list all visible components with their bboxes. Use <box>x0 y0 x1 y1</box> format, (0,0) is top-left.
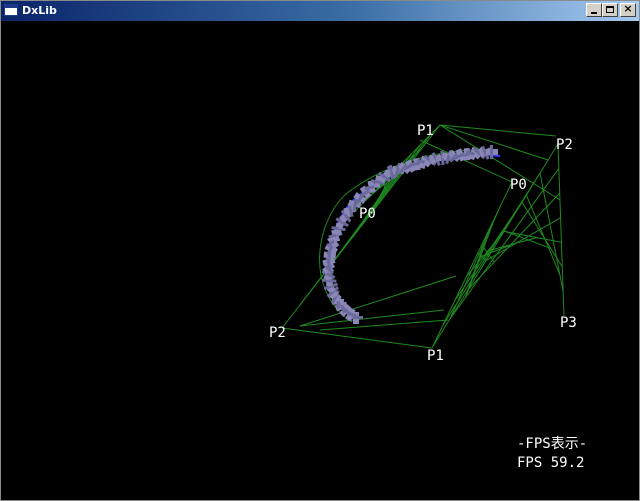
curve-b-p0-label: P0 <box>510 177 527 193</box>
bezier-scene: P0 P1 P2 P0 P1 P2 P3 <box>269 123 577 364</box>
fps-counter: FPS 59.2 <box>517 455 585 471</box>
fps-title: -FPS表示- <box>517 436 588 452</box>
curve-a-p2-label: P2 <box>269 325 286 341</box>
curve-a-p0-label: P0 <box>359 206 376 222</box>
sprite-trail <box>321 144 499 324</box>
curve-b-p2-label: P2 <box>556 137 573 153</box>
curve-b-p1-label: P1 <box>427 348 444 364</box>
curve-b-p3-label: P3 <box>560 315 577 331</box>
curve-a-p1-label: P1 <box>417 123 434 139</box>
bezier-curve <box>319 149 501 323</box>
